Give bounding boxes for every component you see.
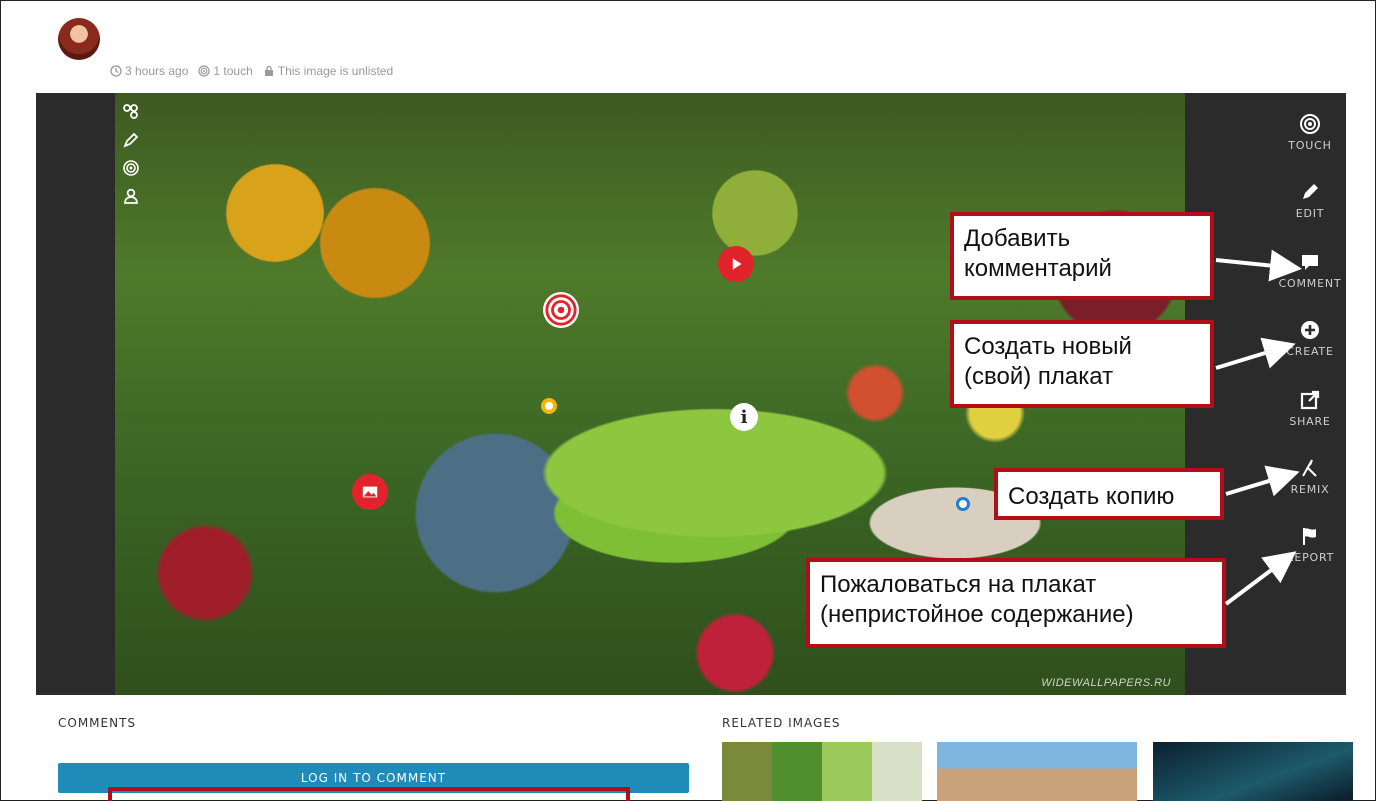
touches-icon <box>123 104 138 119</box>
target-icon <box>1300 114 1320 134</box>
pencil-icon <box>1303 184 1318 199</box>
comment-button[interactable]: COMMENT <box>1274 251 1346 290</box>
info-icon: i <box>740 406 748 428</box>
related-image-3[interactable] <box>1153 742 1353 801</box>
touch-label: TOUCH <box>1288 139 1332 152</box>
create-button[interactable]: CREATE <box>1274 319 1346 358</box>
video-hotspot[interactable] <box>718 246 754 282</box>
remix-icon <box>1302 459 1317 477</box>
target-tool[interactable] <box>120 157 142 179</box>
callout-create-line1: Создать новый <box>964 333 1132 360</box>
callout-create: Создать новый (свой) плакат <box>950 320 1214 408</box>
callout-remix: Создать копию <box>994 468 1224 520</box>
target-icon <box>545 294 577 326</box>
edit-tool[interactable] <box>120 129 142 151</box>
callout-report-line1: Пожаловаться на плакат <box>820 571 1097 598</box>
report-label: REPORT <box>1285 551 1335 564</box>
post-meta: 3 hours ago 1 touch This image is unlist… <box>110 64 393 78</box>
left-toolbar <box>120 101 142 207</box>
callout-report: Пожаловаться на плакат (непристойное сод… <box>806 558 1226 648</box>
comment-label: COMMENT <box>1278 277 1342 290</box>
highlight-box <box>108 787 630 801</box>
touches-toggle[interactable] <box>120 101 142 123</box>
callout-create-line2: (свой) плакат <box>964 363 1114 390</box>
user-icon <box>124 188 138 204</box>
marker-dot-blue[interactable] <box>956 497 970 511</box>
edit-button[interactable]: EDIT <box>1274 181 1346 220</box>
photo-watermark: WIDEWALLPAPERS.RU <box>1041 677 1171 689</box>
flag-icon <box>1303 528 1316 545</box>
right-toolbar: TOUCH EDIT COMMENT CREATE SHARE REMIX RE… <box>1274 93 1346 695</box>
share-icon <box>1300 390 1320 410</box>
comments-title: COMMENTS <box>58 716 137 730</box>
target-icon <box>123 160 139 176</box>
share-label: SHARE <box>1289 415 1331 428</box>
remix-label: REMIX <box>1290 483 1330 496</box>
info-hotspot[interactable]: i <box>730 403 758 431</box>
callout-remix-text: Создать копию <box>1008 483 1175 510</box>
touch-button[interactable]: TOUCH <box>1274 113 1346 152</box>
user-tool[interactable] <box>120 185 142 207</box>
callout-report-line2: (непристойное содержание) <box>820 601 1134 628</box>
create-label: CREATE <box>1286 345 1334 358</box>
timestamp: 3 hours ago <box>110 64 188 78</box>
avatar[interactable] <box>58 18 100 60</box>
pencil-icon <box>123 132 139 148</box>
clock-icon <box>110 65 122 77</box>
edit-label: EDIT <box>1295 207 1325 220</box>
comment-icon <box>1302 255 1318 270</box>
touch-count: 1 touch <box>198 64 253 78</box>
plus-circle-icon <box>1301 321 1319 339</box>
picture-icon <box>362 486 378 498</box>
callout-comment: Добавить комментарий <box>950 212 1214 300</box>
related-title: RELATED IMAGES <box>722 716 841 730</box>
related-image-2[interactable] <box>937 742 1137 801</box>
target-icon <box>198 65 210 77</box>
marker-dot-yellow[interactable] <box>541 398 557 414</box>
visibility-status: This image is unlisted <box>263 64 393 78</box>
share-button[interactable]: SHARE <box>1274 389 1346 428</box>
touch-hotspot[interactable] <box>543 292 579 328</box>
callout-comment-text: Добавить комментарий <box>964 225 1112 282</box>
lock-icon <box>264 65 273 76</box>
image-hotspot[interactable] <box>352 474 388 510</box>
related-image-1[interactable] <box>722 742 922 801</box>
report-button[interactable]: REPORT <box>1274 525 1346 564</box>
play-icon <box>732 258 742 270</box>
remix-button[interactable]: REMIX <box>1274 457 1346 496</box>
